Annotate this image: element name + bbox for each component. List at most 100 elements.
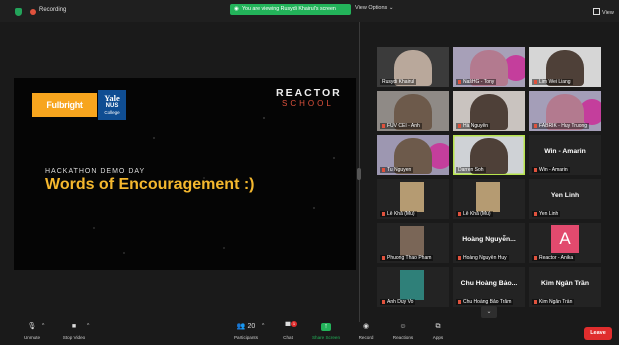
record-button[interactable]: ◉ Record (355, 322, 377, 345)
muted-mic-icon (534, 211, 537, 216)
recording-label: Recording (39, 7, 67, 13)
participant-name-text: Yen Linh (539, 211, 559, 217)
resize-handle[interactable] (357, 168, 361, 180)
more-participants-chevron-icon[interactable]: ⌄ (481, 306, 497, 318)
participant-tile[interactable]: Tu Nguyen (377, 135, 449, 175)
participant-tile[interactable]: Hà Nguyễn (453, 91, 525, 131)
participant-name: Lê Khả (Mu) (456, 211, 493, 217)
participant-tile[interactable]: A Reactor - Anika (529, 223, 601, 263)
participant-tile[interactable]: Rusydi Khairul (377, 47, 449, 87)
participant-display-name: Win - Amarin (544, 148, 586, 155)
participant-tile[interactable]: FUV CEI - Anh (377, 91, 449, 131)
view-label: View (602, 10, 614, 16)
reactions-label: Reactions (392, 335, 414, 340)
participant-tile[interactable]: Chu Hoàng Bảo... Chu Hoàng Bảo Trâm (453, 267, 525, 307)
participants-button[interactable]: 👥 20 ^ Participants (226, 322, 266, 345)
participant-tile-active-speaker[interactable]: Darren Soh (453, 135, 525, 175)
participants-options-chevron-icon[interactable]: ^ (262, 323, 264, 329)
stop-video-label: Stop Video (62, 335, 86, 340)
unmute-button[interactable]: 🎙 ^ Unmute (12, 322, 52, 345)
top-bar: Recording ◉ You are viewing Rusydi Khairu… (0, 0, 619, 22)
participant-gallery: Rusydi Khairul NašHG - Tony Lim Wei Lian… (377, 47, 601, 307)
participant-name: Anh Duy Vo (380, 299, 416, 305)
meeting-toolbar: 🎙 ^ Unmute ■ ^ Stop Video 👥 20 ^ Partici… (0, 321, 619, 345)
participant-name: Win - Amarin (532, 167, 570, 173)
participant-name-text: NašHG - Tony (463, 79, 495, 85)
view-button[interactable]: View (593, 8, 614, 16)
yale-nus-logo: Yale NUS College (98, 90, 126, 120)
muted-mic-icon (458, 123, 461, 128)
leave-button[interactable]: Leave (584, 327, 612, 340)
muted-mic-icon (382, 123, 385, 128)
participant-photo (400, 182, 424, 212)
participant-display-name: Yen Linh (550, 192, 580, 199)
participant-display-name: Kim Ngân Trần (541, 280, 589, 287)
participants-label: Participants (233, 335, 259, 340)
participants-count: 20 (247, 323, 256, 330)
participant-photo (400, 226, 424, 256)
participant-name-text: Phuong Thao Pham (387, 255, 432, 261)
participant-tile[interactable]: Lê Khả (Mu) (377, 179, 449, 219)
participant-name-text: Chu Hoàng Bảo Trâm (463, 299, 512, 305)
participant-tile[interactable]: Phuong Thao Pham (377, 223, 449, 263)
slide-headline: Words of Encouragement :) (45, 176, 255, 193)
school-logo-text: SCHOOL (282, 99, 334, 108)
participant-tile[interactable]: Anh Duy Vo (377, 267, 449, 307)
participant-tile[interactable]: Hoàng Nguyễn... Hoàng Nguyễn Huy (453, 223, 525, 263)
participant-tile[interactable]: FABRIK - Huy Truong (529, 91, 601, 131)
record-label: Record (358, 335, 374, 340)
event-title: HACKATHON DEMO DAY (45, 168, 146, 175)
apps-button[interactable]: ⧉ Apps (428, 322, 448, 345)
participant-tile[interactable]: Win - Amarin Win - Amarin (529, 135, 601, 175)
record-icon: ◉ (362, 323, 370, 330)
banner-text: You are viewing Rusydi Khairul's screen (242, 6, 336, 12)
college-text: College (104, 110, 120, 115)
chat-icon: ▀ 1 (285, 321, 297, 330)
video-camera-icon: ■ (71, 323, 77, 330)
reactions-button[interactable]: ☺ Reactions (390, 322, 416, 345)
participant-display-name: Hoàng Nguyễn... (462, 236, 516, 243)
muted-mic-icon (534, 79, 537, 84)
security-shield-icon[interactable] (15, 8, 22, 16)
unmute-label: Unmute (23, 335, 41, 340)
participant-name: FABRIK - Huy Truong (532, 123, 590, 129)
participant-name: NašHG - Tony (456, 79, 497, 85)
participant-name: Yen Linh (532, 211, 561, 217)
share-screen-button[interactable]: ↑ Share Screen (308, 322, 344, 345)
audio-options-chevron-icon[interactable]: ^ (42, 323, 44, 329)
apps-icon: ⧉ (435, 323, 441, 330)
shared-screen[interactable]: Fulbright Yale NUS College REACTOR SCHOO… (14, 78, 356, 270)
participant-name-text: Hoàng Nguyễn Huy (463, 255, 507, 261)
participant-tile[interactable]: Lê Khả (Mu) (453, 179, 525, 219)
participant-name-text: Lê Khả (Mu) (387, 211, 415, 217)
participant-tile[interactable]: Kim Ngân Trần Kim Ngân Trần (529, 267, 601, 307)
participant-tile[interactable]: Lim Wei Liang (529, 47, 601, 87)
participant-photo (400, 270, 424, 300)
muted-mic-icon (382, 211, 385, 216)
participant-name: Hà Nguyễn (456, 123, 491, 129)
reactions-smiley-icon: ☺ (399, 323, 407, 330)
share-indicator-icon: ◉ (234, 6, 239, 12)
stop-video-button[interactable]: ■ ^ Stop Video (55, 322, 93, 345)
participant-name-text: Tu Nguyen (387, 167, 412, 173)
recording-icon (30, 9, 36, 15)
muted-mic-icon (382, 299, 385, 304)
yale-text: Yale (104, 93, 120, 103)
participant-tile[interactable]: NašHG - Tony (453, 47, 525, 87)
chat-button[interactable]: ▀ 1 Chat (276, 321, 300, 345)
muted-mic-icon (458, 79, 461, 84)
reactor-logo-text: REACTOR (276, 87, 342, 99)
chat-unread-badge: 1 (291, 321, 297, 327)
muted-mic-icon (534, 167, 537, 172)
muted-mic-icon (382, 167, 385, 172)
participant-tile[interactable]: Yen Linh Yen Linh (529, 179, 601, 219)
participant-name: Lim Wei Liang (532, 79, 573, 85)
view-options-button[interactable]: View Options ⌄ (355, 5, 393, 11)
participant-name-text: Hà Nguyễn (463, 123, 489, 129)
participant-name: Rusydi Khairul (380, 79, 417, 85)
viewing-screen-banner: ◉ You are viewing Rusydi Khairul's screen (230, 4, 351, 15)
video-options-chevron-icon[interactable]: ^ (87, 323, 89, 329)
participant-name-text: Win - Amarin (539, 167, 568, 173)
participant-name-text: FABRIK - Huy Truong (539, 123, 588, 129)
participant-name-text: Anh Duy Vo (387, 299, 414, 305)
